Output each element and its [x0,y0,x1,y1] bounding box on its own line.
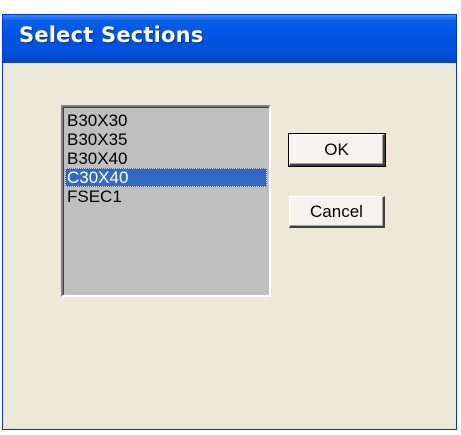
list-item[interactable]: B30X30 [65,111,267,130]
dialog-client-area: B30X30 B30X35 B30X40 C30X40 FSEC1 OK Can… [9,63,450,423]
list-item-selected[interactable]: C30X40 [65,168,267,187]
title-bar[interactable]: Select Sections [3,15,456,63]
dialog-title: Select Sections [19,23,204,47]
select-sections-dialog: Select Sections B30X30 B30X35 B30X40 C30… [2,14,457,430]
list-item[interactable]: B30X35 [65,130,267,149]
cancel-button[interactable]: Cancel [289,196,385,228]
list-item[interactable]: B30X40 [65,149,267,168]
ok-button[interactable]: OK [288,133,386,167]
list-item[interactable]: FSEC1 [65,187,267,206]
sections-listbox[interactable]: B30X30 B30X35 B30X40 C30X40 FSEC1 [61,105,271,297]
